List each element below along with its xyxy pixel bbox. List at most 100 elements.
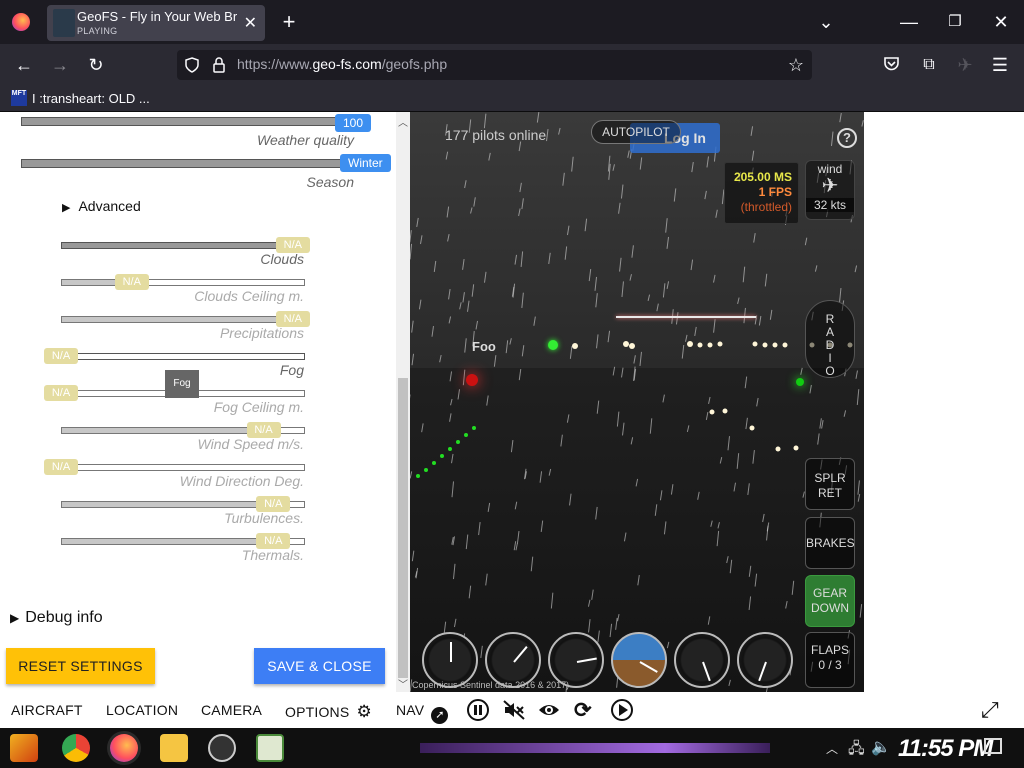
rain-streak [465,534,469,550]
volume-icon[interactable]: 🔈 [871,737,891,757]
taskbar-clock[interactable]: 11:55 PM [898,735,993,763]
pilots-online-count: 177 pilots online [445,127,547,143]
back-arrow-icon[interactable]: ← [13,54,35,76]
clouds-ceiling-m-label: Clouds Ceiling m. [194,288,304,304]
rain-streak [733,482,736,492]
fog-slider[interactable] [61,353,305,360]
sound-muted-icon[interactable] [503,700,525,720]
wind-direction-plane-icon: ✈ [821,175,839,197]
pocket-icon[interactable] [883,56,900,72]
precipitations-slider[interactable] [61,316,305,323]
play-icon[interactable] [611,699,633,721]
season-slider[interactable] [21,159,355,168]
weather-quality-value[interactable]: 100 [335,114,372,132]
wind-direction-deg-value[interactable]: N/A [44,459,78,475]
season-value[interactable]: Winter [340,154,391,172]
rain-streak [536,112,540,123]
advanced-toggle[interactable]: ▶ Advanced [62,198,141,214]
file-explorer-icon[interactable] [160,734,188,762]
save-and-close-button[interactable]: SAVE & CLOSE [254,648,385,684]
rain-streak [473,197,476,207]
start-menu-icon[interactable] [10,734,38,762]
weather-quality-label: Weather quality [256,132,354,148]
list-all-tabs-chevron-down-icon[interactable]: ⌄ [815,11,837,33]
rain-streak [540,520,544,533]
rain-streak [487,502,491,512]
clouds-ceiling-m-slider[interactable] [61,279,305,286]
weather-quality-slider[interactable] [21,117,355,126]
radio-button[interactable]: RADIO [805,300,855,378]
window-minimize-button[interactable]: — [898,11,920,33]
tab-close-icon[interactable]: ✕ [244,13,257,33]
rain-streak [410,230,412,243]
rain-streak [742,266,746,283]
eye-icon[interactable] [538,701,560,719]
spoiler-button[interactable]: SPLR RET [805,458,855,510]
season-slider-fill [22,160,354,167]
gear-icon: ⚙ [356,702,372,721]
rain-streak [659,490,663,501]
rain-streak [519,182,522,193]
flight-view[interactable]: Foo 177 pilots online Log In AUTOPILOT ?… [410,112,864,692]
bookmark-favicon-icon: MFT [11,90,27,106]
scrollbar-thumb[interactable] [398,378,408,678]
notifications-icon[interactable] [984,738,1002,754]
gear-button[interactable]: GEAR DOWN [805,575,855,627]
fullscreen-icon[interactable]: ⤢ [981,697,999,723]
wind-direction-deg-slider[interactable] [61,464,305,471]
location-menu-button[interactable]: LOCATION [106,702,178,718]
reset-flight-icon[interactable]: ⟳ [574,698,592,723]
rain-streak [838,288,842,303]
heading-gauge-needle [758,661,767,682]
show-hidden-icons-chevron-icon[interactable]: ︿ [826,740,838,757]
pause-icon[interactable] [467,699,489,721]
fog-ceiling-m-value[interactable]: N/A [44,385,78,401]
rain-streak [416,217,419,227]
clouds-ceiling-m-value[interactable]: N/A [114,274,149,290]
reload-icon[interactable]: ↻ [85,54,107,76]
fog-value[interactable]: N/A [44,348,78,364]
browser-tab[interactable]: GeoFS - Fly in Your Web Bro PLAYING ✕ [47,5,265,41]
obs-icon[interactable] [208,734,236,762]
camera-menu-button[interactable]: CAMERA [201,702,262,718]
rain-streak [411,353,415,366]
rain-streak [483,113,487,129]
task-manager-icon[interactable] [256,734,284,762]
url-domain: geo-fs.com [312,56,382,72]
reset-settings-button[interactable]: RESET SETTINGS [6,648,155,684]
options-menu-button[interactable]: OPTIONS ⚙ [285,702,372,722]
panel-scrollbar[interactable]: ︿ ﹀ [396,112,410,692]
firefox-taskbar-icon[interactable] [110,734,138,762]
scroll-up-arrow-icon[interactable]: ︿ [398,114,408,129]
rain-streak [411,550,415,562]
bookmark-star-icon[interactable]: ☆ [785,54,807,76]
rain-streak [627,150,630,158]
help-button[interactable]: ? [837,128,857,148]
lock-icon[interactable] [213,57,225,73]
url-text[interactable]: https://www.geo-fs.com/geofs.php [237,56,447,72]
window-restore-button[interactable]: ❐ [944,11,966,33]
rain-streak [464,180,467,189]
bookmark-item[interactable]: I :transheart: OLD ... [32,91,150,106]
url-bar[interactable]: https://www.geo-fs.com/geofs.php ☆ [177,50,812,80]
nav-menu-button[interactable]: NAV ➚ [396,702,449,724]
brakes-button[interactable]: BRAKES [805,517,855,569]
flaps-button[interactable]: FLAPS 0 / 3 [805,632,855,688]
rain-streak [619,257,622,272]
network-icon[interactable]: 🖧 [848,738,865,763]
extensions-puzzle-icon[interactable]: ⧉ [918,54,940,76]
aircraft-menu-button[interactable]: AIRCRAFT [11,702,83,718]
hamburger-menu-icon[interactable]: ☰ [989,54,1011,76]
scroll-down-arrow-icon[interactable]: ﹀ [398,676,408,691]
chrome-icon[interactable] [62,734,90,762]
forward-arrow-icon[interactable]: → [49,54,71,76]
rain-streak [588,269,592,282]
shield-icon[interactable] [185,57,199,73]
rain-streak [694,326,697,337]
altitude-gauge [674,632,730,688]
clouds-slider[interactable] [61,242,305,249]
window-close-button[interactable]: ✕ [990,11,1012,33]
autopilot-button[interactable]: AUTOPILOT [591,120,681,144]
debug-info-toggle[interactable]: ▶ Debug info [10,609,103,627]
new-tab-button[interactable]: + [278,11,300,33]
